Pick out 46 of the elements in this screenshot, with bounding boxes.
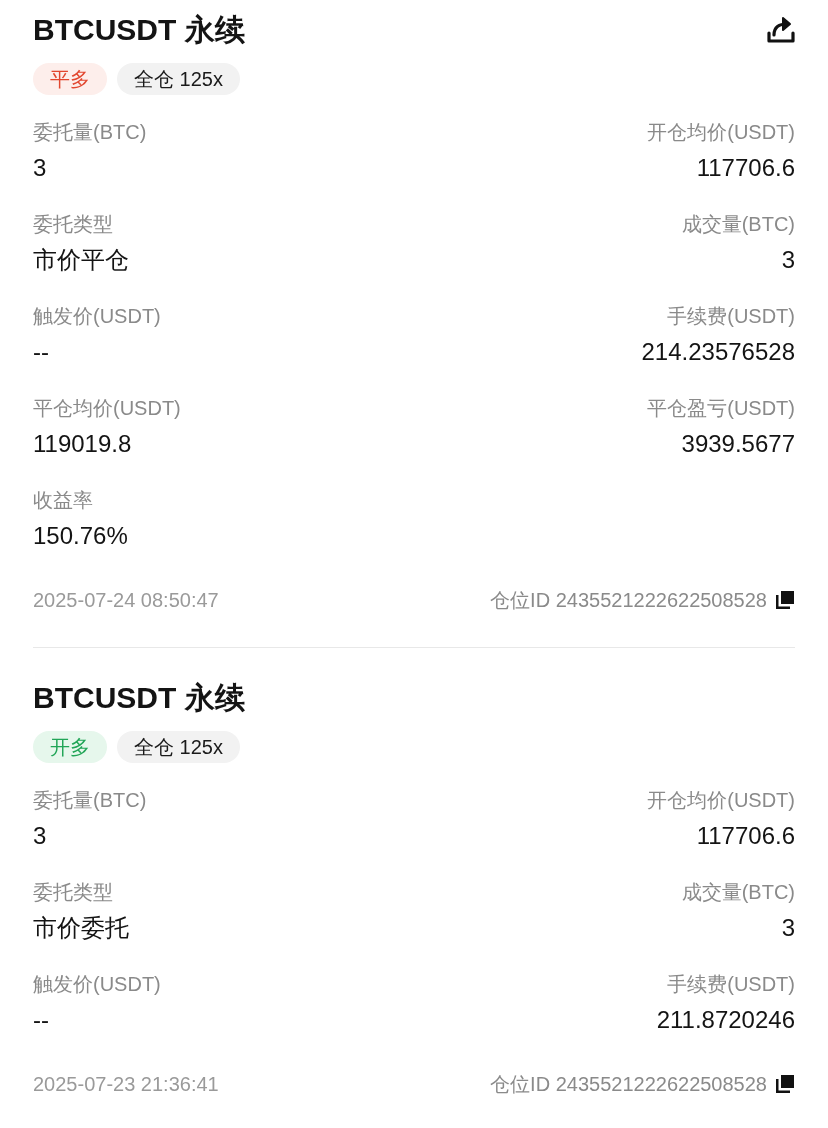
position-id: 仓位ID 2435521222622508528 xyxy=(490,588,767,612)
field-label: 委托类型 xyxy=(33,880,113,904)
field-value: 3939.5677 xyxy=(681,429,795,459)
field-label: 手续费(USDT) xyxy=(667,972,795,996)
position-id: 仓位ID 2435521222622508528 xyxy=(490,1072,767,1096)
order-time: 2025-07-24 08:50:47 xyxy=(33,588,219,612)
copy-icon xyxy=(776,591,794,609)
field-value: 214.23576528 xyxy=(641,337,795,367)
field-label: 平仓均价(USDT) xyxy=(33,396,181,420)
field-value: 119019.8 xyxy=(33,429,132,459)
field-value: 117706.6 xyxy=(696,153,795,183)
field-label: 成交量(BTC) xyxy=(681,880,795,904)
field-value: 市价委托 xyxy=(33,913,129,943)
order-tag: 全仓 125x xyxy=(117,63,240,95)
field-label: 委托量(BTC) xyxy=(33,788,147,812)
field-value: 3 xyxy=(781,245,795,275)
order-title: BTCUSDT 永续 xyxy=(33,12,245,48)
copy-button[interactable] xyxy=(775,590,795,610)
field-label: 手续费(USDT) xyxy=(667,304,795,328)
field-value: 117706.6 xyxy=(696,821,795,851)
field-label: 触发价(USDT) xyxy=(33,304,161,328)
share-icon xyxy=(766,16,796,44)
field-label: 成交量(BTC) xyxy=(681,212,795,236)
field-label: 委托类型 xyxy=(33,212,113,236)
share-button[interactable] xyxy=(765,14,797,46)
field-value: 3 xyxy=(33,821,47,851)
order-title: BTCUSDT 永续 xyxy=(33,680,245,716)
field-label: 开仓均价(USDT) xyxy=(647,120,795,144)
field-label: 开仓均价(USDT) xyxy=(647,788,795,812)
field-label: 收益率 xyxy=(33,488,93,512)
field-value: -- xyxy=(33,1005,49,1035)
field-value: 3 xyxy=(33,153,47,183)
copy-button[interactable] xyxy=(775,1074,795,1094)
field-value: -- xyxy=(33,337,49,367)
order-time: 2025-07-23 21:36:41 xyxy=(33,1072,219,1096)
field-value: 市价平仓 xyxy=(33,245,129,275)
field-label: 平仓盈亏(USDT) xyxy=(647,396,795,420)
field-value: 211.8720246 xyxy=(656,1005,795,1035)
field-value: 3 xyxy=(781,913,795,943)
field-value: 150.76% xyxy=(33,521,128,551)
field-label: 触发价(USDT) xyxy=(33,972,161,996)
order-tag: 开多 xyxy=(33,731,107,763)
field-label: 委托量(BTC) xyxy=(33,120,147,144)
copy-icon xyxy=(776,1075,794,1093)
order-tag: 全仓 125x xyxy=(117,731,240,763)
order-tag: 平多 xyxy=(33,63,107,95)
